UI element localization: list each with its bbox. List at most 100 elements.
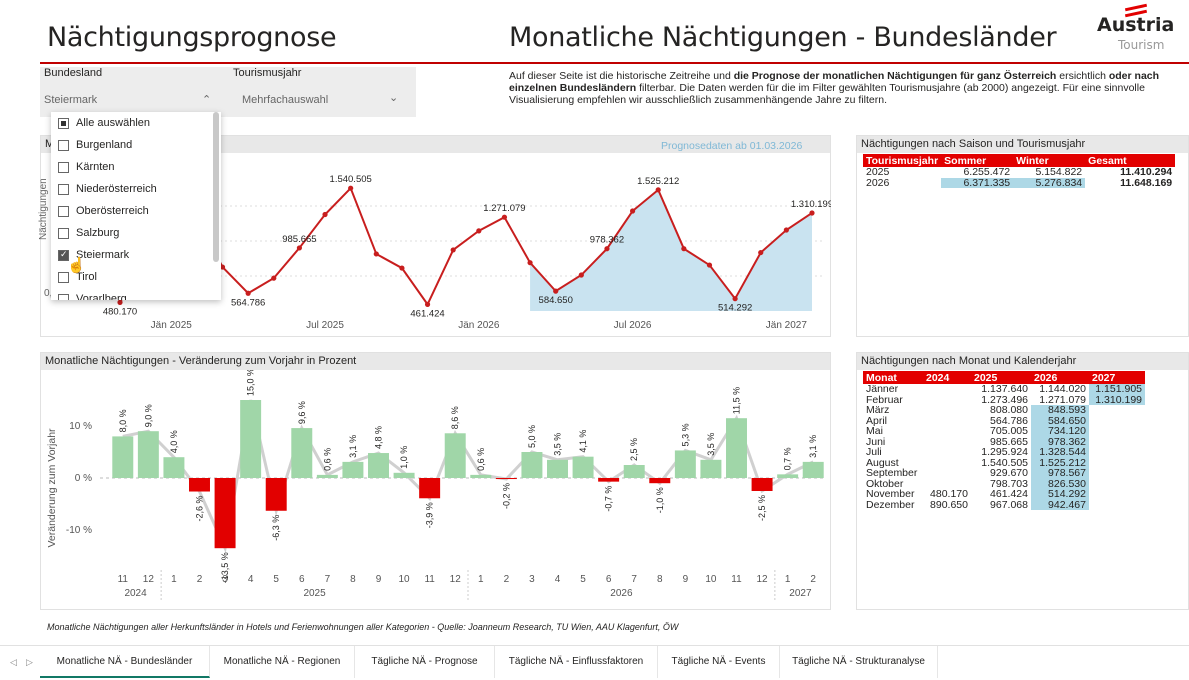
data-point[interactable] (758, 249, 764, 256)
data-point[interactable] (578, 272, 584, 278)
data-label: 514.292 (718, 303, 752, 314)
season-table-panel: Nächtigungen nach Saison und Tourismusja… (856, 135, 1189, 337)
table-header[interactable]: 2024 (923, 371, 971, 384)
table-cell (923, 384, 971, 395)
checkbox-icon[interactable] (58, 205, 69, 217)
bar[interactable] (265, 478, 287, 511)
bar[interactable] (726, 418, 747, 478)
bar[interactable] (368, 453, 389, 478)
checkbox-icon[interactable] (58, 117, 69, 129)
dropdown-option[interactable]: Niederösterreich (51, 178, 221, 200)
data-point[interactable] (604, 246, 610, 252)
x-tick-label: Jul 2026 (614, 320, 652, 331)
data-point[interactable] (732, 296, 738, 302)
bar[interactable] (777, 474, 799, 478)
checkbox-icon[interactable] (58, 139, 69, 151)
checkbox-icon[interactable] (58, 293, 69, 300)
data-point[interactable] (809, 210, 815, 216)
bar-chart: 10 % 0 % -10 % Veränderung zum Vorjahr 8,0 %… (46, 370, 826, 602)
data-point[interactable] (348, 185, 354, 191)
data-point[interactable] (450, 247, 456, 253)
data-label: 480.170 (103, 306, 137, 317)
bar[interactable] (521, 452, 543, 478)
table-row: Dezember 890.650 967.068 942.467 (863, 499, 1145, 510)
table-cell: Mai (866, 425, 883, 437)
next-page-icon[interactable]: ▷ (26, 646, 33, 678)
page-tab[interactable]: Monatliche NÄ - Bundesländer (40, 646, 210, 678)
data-point[interactable] (553, 288, 559, 294)
dropdown-option[interactable]: Alle auswählen (51, 112, 221, 134)
page-tab[interactable]: Tägliche NÄ - Prognose (355, 646, 495, 678)
bar[interactable] (112, 436, 134, 478)
bar-chart-ylabel: Veränderung zum Vorjahr (46, 428, 58, 548)
dropdown-option[interactable]: Kärnten (51, 156, 221, 178)
bar-value-label: 5,3 % (680, 423, 690, 446)
data-point[interactable] (527, 260, 533, 266)
bar[interactable] (240, 400, 262, 478)
dropdown-option[interactable]: Burgenland (51, 134, 221, 156)
checkbox-icon[interactable] (58, 183, 69, 195)
hand-cursor-icon: ☝ (67, 257, 86, 274)
section-title: Monatliche Nächtigungen - Bundesländer (509, 22, 1057, 53)
data-label: 978.362 (590, 235, 624, 246)
table-cell: 942.467 (1031, 499, 1089, 510)
bar[interactable] (649, 478, 671, 484)
data-point[interactable] (783, 227, 789, 233)
data-point[interactable] (706, 262, 713, 268)
data-point[interactable] (322, 211, 328, 218)
data-point[interactable] (117, 299, 123, 305)
data-point[interactable] (681, 246, 687, 252)
table-cell (1089, 468, 1145, 479)
bar[interactable] (495, 478, 517, 480)
data-point[interactable] (501, 214, 508, 220)
data-point[interactable] (629, 208, 636, 214)
dropdown-option-label: Alle auswählen (76, 117, 150, 129)
data-point[interactable] (271, 275, 277, 281)
page-tab[interactable]: Tägliche NÄ - Events (658, 646, 780, 678)
data-point[interactable] (399, 265, 405, 271)
page-tab[interactable]: Tägliche NÄ - Einflussfaktoren (495, 646, 658, 678)
bar[interactable] (470, 474, 492, 478)
bar[interactable] (393, 472, 415, 478)
data-point[interactable] (296, 245, 303, 251)
bar[interactable] (316, 474, 338, 478)
tourismusjahr-slicer[interactable]: Mehrfachauswahl ⌄ (233, 90, 409, 110)
page-tab[interactable]: Monatliche NÄ - Regionen (210, 646, 355, 678)
data-point[interactable] (476, 228, 482, 234)
table-cell: 978.567 (1031, 468, 1089, 479)
dropdown-option[interactable]: Salzburg (51, 222, 221, 244)
dropdown-option-label: Vorarlberg (76, 293, 127, 300)
prev-page-icon[interactable]: ◁ (10, 646, 17, 678)
data-point[interactable] (424, 301, 431, 307)
dropdown-option[interactable]: Vorarlberg (51, 288, 221, 300)
checkbox-icon[interactable] (58, 161, 69, 173)
bar[interactable] (419, 478, 441, 499)
dropdown-option[interactable]: Oberösterreich (51, 200, 221, 222)
month-tick-label: 8 (657, 574, 663, 585)
table-cell: 734.120 (1031, 426, 1089, 437)
bar[interactable] (700, 459, 722, 478)
bar[interactable] (623, 465, 645, 478)
logo-subtitle: Tourism (1118, 38, 1165, 52)
bar[interactable] (214, 478, 236, 549)
bar-value-label: 11,5 % (732, 387, 742, 414)
bar[interactable] (342, 461, 364, 478)
bar[interactable] (189, 478, 210, 492)
checkbox-icon[interactable] (58, 227, 69, 239)
bar[interactable] (163, 457, 185, 478)
bar[interactable] (137, 431, 159, 478)
dropdown-scrollbar[interactable] (213, 112, 219, 262)
bar[interactable] (444, 433, 466, 478)
bar[interactable] (572, 456, 594, 478)
data-point[interactable] (245, 290, 251, 296)
bar[interactable] (802, 461, 824, 478)
data-point[interactable] (655, 187, 661, 193)
page-tab[interactable]: Tägliche NÄ - Strukturanalyse (780, 646, 938, 678)
bar[interactable] (674, 450, 696, 478)
bundesland-slicer[interactable]: Steiermark ⌃ (44, 90, 220, 110)
bar[interactable] (751, 478, 773, 491)
bar[interactable] (598, 478, 620, 482)
bar[interactable] (291, 428, 313, 478)
data-point[interactable] (373, 251, 379, 257)
bar[interactable] (547, 459, 568, 478)
